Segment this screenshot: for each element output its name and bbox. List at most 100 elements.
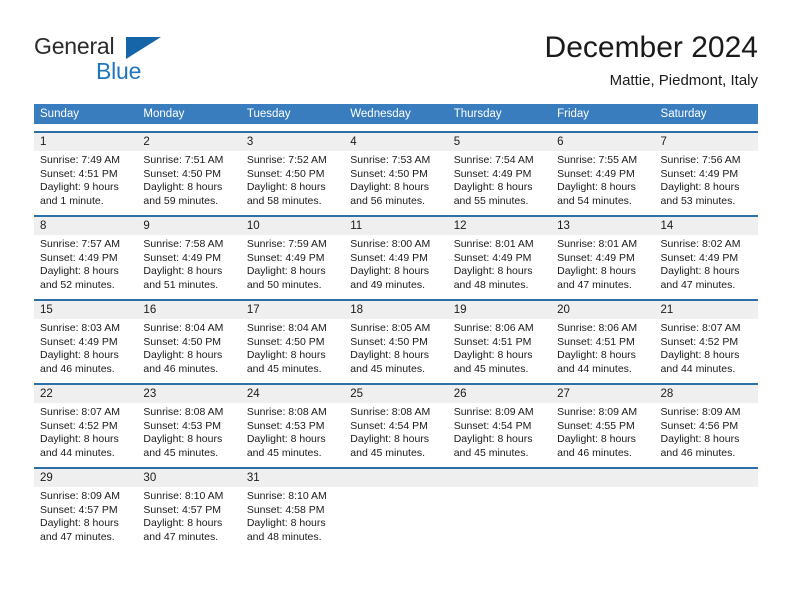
sunset-text: Sunset: 4:49 PM	[143, 251, 222, 264]
week-detail-band: Sunrise: 8:03 AM Sunset: 4:49 PM Dayligh…	[34, 319, 758, 376]
daylight-text-line2: and 47 minutes.	[40, 530, 115, 543]
day-cell[interactable]: Sunrise: 8:09 AM Sunset: 4:54 PM Dayligh…	[448, 403, 551, 460]
daylight-text-line2: and 46 minutes.	[143, 362, 219, 375]
sunrise-text: Sunrise: 7:57 AM	[40, 238, 120, 250]
daylight-text-line2: and 58 minutes.	[246, 194, 322, 207]
sunset-text: Sunset: 4:50 PM	[350, 167, 428, 180]
daylight-text-line1: Daylight: 8 hours	[557, 181, 636, 193]
day-number-empty	[551, 469, 654, 487]
day-number: 14	[660, 220, 674, 232]
sunrise-text: Sunrise: 8:06 AM	[453, 322, 534, 334]
daylight-text-line1: Daylight: 8 hours	[660, 265, 740, 277]
general-blue-logo: General Blue	[34, 34, 234, 90]
daylight-text-line2: and 50 minutes.	[246, 278, 322, 291]
daylight-text-line2: and 46 minutes.	[557, 446, 632, 459]
sunset-text: Sunset: 4:50 PM	[246, 335, 325, 348]
day-cell[interactable]: Sunrise: 7:59 AM Sunset: 4:49 PM Dayligh…	[241, 235, 344, 292]
day-header-sunday: Sunday	[40, 108, 80, 120]
day-cell[interactable]: Sunrise: 7:53 AM Sunset: 4:50 PM Dayligh…	[344, 151, 447, 208]
day-number: 17	[246, 304, 260, 316]
sunset-text: Sunset: 4:58 PM	[246, 503, 325, 516]
day-cell-empty	[551, 487, 654, 544]
daylight-text-line2: and 44 minutes.	[557, 362, 632, 375]
day-cell[interactable]: Sunrise: 8:04 AM Sunset: 4:50 PM Dayligh…	[241, 319, 344, 376]
day-cell[interactable]: Sunrise: 7:57 AM Sunset: 4:49 PM Dayligh…	[34, 235, 137, 292]
day-cell[interactable]: Sunrise: 7:58 AM Sunset: 4:49 PM Dayligh…	[137, 235, 240, 292]
day-number: 12	[453, 220, 467, 232]
day-cell[interactable]: Sunrise: 7:49 AM Sunset: 4:51 PM Dayligh…	[34, 151, 137, 208]
day-cell[interactable]: Sunrise: 8:00 AM Sunset: 4:49 PM Dayligh…	[344, 235, 447, 292]
day-cell[interactable]: Sunrise: 7:54 AM Sunset: 4:49 PM Dayligh…	[448, 151, 551, 208]
daylight-text-line1: Daylight: 8 hours	[557, 433, 636, 445]
day-cell[interactable]: Sunrise: 8:08 AM Sunset: 4:53 PM Dayligh…	[241, 403, 344, 460]
daylight-text-line2: and 44 minutes.	[40, 446, 115, 459]
day-cell-empty	[655, 487, 758, 544]
day-cell[interactable]: Sunrise: 8:07 AM Sunset: 4:52 PM Dayligh…	[34, 403, 137, 460]
daylight-text-line2: and 47 minutes.	[660, 278, 736, 291]
week-detail-band: Sunrise: 7:49 AM Sunset: 4:51 PM Dayligh…	[34, 151, 758, 208]
sunrise-text: Sunrise: 8:06 AM	[557, 322, 638, 334]
day-cell-empty	[344, 487, 447, 544]
day-number: 15	[40, 304, 53, 316]
sunrise-text: Sunrise: 8:08 AM	[246, 406, 327, 418]
day-cell[interactable]: Sunrise: 8:06 AM Sunset: 4:51 PM Dayligh…	[448, 319, 551, 376]
day-cell[interactable]: Sunrise: 8:02 AM Sunset: 4:49 PM Dayligh…	[655, 235, 758, 292]
sunrise-text: Sunrise: 8:10 AM	[143, 490, 224, 502]
sunset-text: Sunset: 4:49 PM	[660, 251, 739, 264]
day-number: 31	[246, 472, 260, 484]
day-cell[interactable]: Sunrise: 8:08 AM Sunset: 4:54 PM Dayligh…	[344, 403, 447, 460]
day-cell[interactable]: Sunrise: 8:04 AM Sunset: 4:50 PM Dayligh…	[137, 319, 240, 376]
week-detail-band: Sunrise: 7:57 AM Sunset: 4:49 PM Dayligh…	[34, 235, 758, 292]
day-number: 23	[143, 388, 157, 400]
day-header-thursday: Thursday	[453, 108, 502, 120]
day-cell[interactable]: Sunrise: 7:51 AM Sunset: 4:50 PM Dayligh…	[137, 151, 240, 208]
day-cell[interactable]: Sunrise: 8:01 AM Sunset: 4:49 PM Dayligh…	[551, 235, 654, 292]
day-cell[interactable]: Sunrise: 8:09 AM Sunset: 4:56 PM Dayligh…	[655, 403, 758, 460]
sunset-text: Sunset: 4:57 PM	[40, 503, 118, 516]
week-daynumber-band: 22 23 24 25 26 27 28	[34, 385, 758, 403]
day-cell[interactable]: Sunrise: 8:10 AM Sunset: 4:58 PM Dayligh…	[241, 487, 344, 544]
day-cell[interactable]: Sunrise: 8:09 AM Sunset: 4:57 PM Dayligh…	[34, 487, 137, 544]
calendar-table: Sunday Monday Tuesday Wednesday Thursday…	[34, 104, 758, 544]
day-number: 19	[453, 304, 467, 316]
week-row: 15 16 17 18 19 20 21 Sunrise: 8:03 AM Su…	[34, 299, 758, 376]
day-number: 11	[350, 220, 363, 232]
sunrise-text: Sunrise: 8:02 AM	[660, 238, 741, 250]
daylight-text-line1: Daylight: 8 hours	[350, 181, 430, 193]
sunrise-text: Sunrise: 8:08 AM	[143, 406, 224, 418]
daylight-text-line2: and 1 minute.	[40, 194, 104, 207]
day-number: 10	[246, 220, 260, 232]
day-cell[interactable]: Sunrise: 7:55 AM Sunset: 4:49 PM Dayligh…	[551, 151, 654, 208]
day-cell[interactable]: Sunrise: 8:09 AM Sunset: 4:55 PM Dayligh…	[551, 403, 654, 460]
daylight-text-line1: Daylight: 8 hours	[660, 349, 740, 361]
day-cell[interactable]: Sunrise: 8:05 AM Sunset: 4:50 PM Dayligh…	[344, 319, 447, 376]
day-cell[interactable]: Sunrise: 8:07 AM Sunset: 4:52 PM Dayligh…	[655, 319, 758, 376]
logo-text-blue: Blue	[96, 58, 142, 84]
day-cell[interactable]: Sunrise: 8:01 AM Sunset: 4:49 PM Dayligh…	[448, 235, 551, 292]
week-detail-band: Sunrise: 8:09 AM Sunset: 4:57 PM Dayligh…	[34, 487, 758, 544]
day-cell[interactable]: Sunrise: 8:03 AM Sunset: 4:49 PM Dayligh…	[34, 319, 137, 376]
daylight-text-line1: Daylight: 8 hours	[453, 181, 533, 193]
sunset-text: Sunset: 4:49 PM	[557, 167, 635, 180]
sunrise-text: Sunrise: 8:03 AM	[40, 322, 120, 334]
sunrise-text: Sunrise: 8:04 AM	[246, 322, 327, 334]
day-number: 22	[40, 388, 53, 400]
day-cell[interactable]: Sunrise: 8:08 AM Sunset: 4:53 PM Dayligh…	[137, 403, 240, 460]
sunrise-text: Sunrise: 8:09 AM	[453, 406, 534, 418]
day-cell[interactable]: Sunrise: 8:06 AM Sunset: 4:51 PM Dayligh…	[551, 319, 654, 376]
daylight-text-line2: and 55 minutes.	[453, 194, 529, 207]
daylight-text-line2: and 54 minutes.	[557, 194, 632, 207]
sunset-text: Sunset: 4:54 PM	[453, 419, 532, 432]
daylight-text-line1: Daylight: 8 hours	[557, 265, 636, 277]
daylight-text-line1: Daylight: 8 hours	[246, 181, 326, 193]
daylight-text-line2: and 45 minutes.	[350, 446, 425, 459]
sunset-text: Sunset: 4:53 PM	[246, 419, 325, 432]
day-number: 21	[660, 304, 674, 316]
day-cell[interactable]: Sunrise: 8:10 AM Sunset: 4:57 PM Dayligh…	[137, 487, 240, 544]
sunrise-text: Sunrise: 7:51 AM	[143, 154, 224, 166]
day-cell[interactable]: Sunrise: 7:56 AM Sunset: 4:49 PM Dayligh…	[655, 151, 758, 208]
week-daynumber-band: 1 2 3 4 5 6 7	[34, 133, 758, 151]
day-header-monday: Monday	[143, 108, 185, 120]
sunrise-text: Sunrise: 8:05 AM	[350, 322, 431, 334]
day-cell[interactable]: Sunrise: 7:52 AM Sunset: 4:50 PM Dayligh…	[241, 151, 344, 208]
